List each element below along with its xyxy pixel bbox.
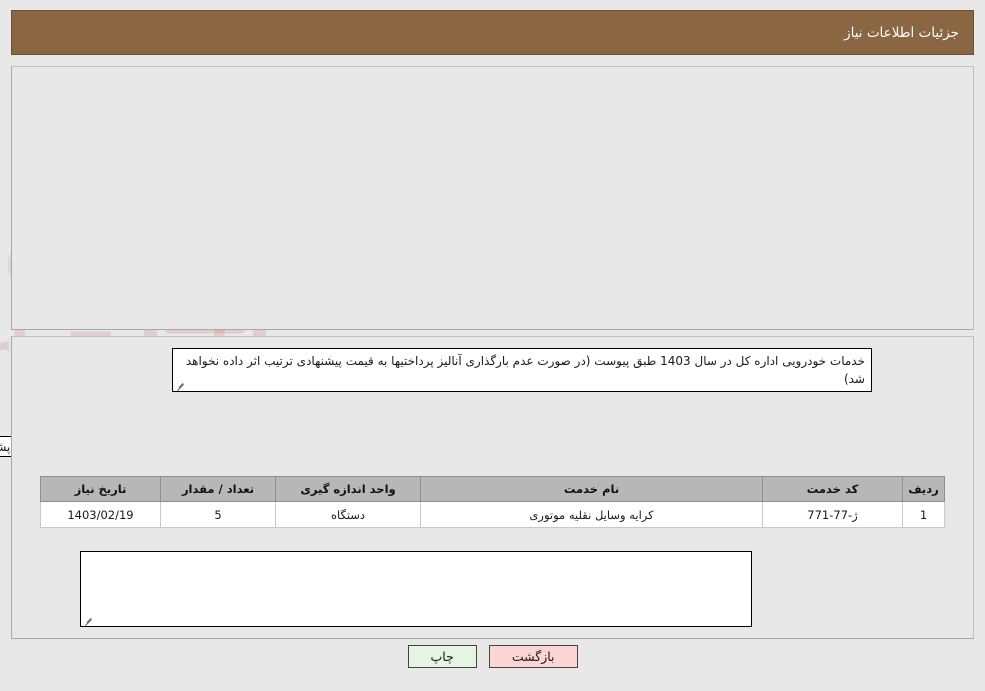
- page-title: جزئیات اطلاعات نیاز: [844, 24, 959, 41]
- table-row: 1 ژ-77-771 کرایه وسایل نقلیه موتوری دستگ…: [40, 501, 945, 528]
- col-unit: واحد اندازه گیری: [275, 476, 421, 502]
- services-table: ردیف کد خدمت نام خدمت واحد اندازه گیری ت…: [40, 476, 945, 528]
- page-root: AriaTender.net AriaTender جزئیات اطلاعات…: [0, 0, 985, 691]
- cell-unit: دستگاه: [275, 501, 421, 528]
- page-header: جزئیات اطلاعات نیاز: [11, 10, 974, 55]
- need-summary-panel: [11, 66, 974, 330]
- need-description-text: خدمات خودرویی اداره کل در سال 1403 طبق پ…: [185, 354, 865, 386]
- cell-index: 1: [902, 501, 945, 528]
- need-description-value[interactable]: خدمات خودرویی اداره کل در سال 1403 طبق پ…: [172, 348, 872, 392]
- col-code: کد خدمت: [762, 476, 903, 502]
- table-header-row: ردیف کد خدمت نام خدمت واحد اندازه گیری ت…: [40, 476, 945, 502]
- resize-grip-icon[interactable]: [176, 380, 186, 390]
- cell-name: کرایه وسایل نقلیه موتوری: [420, 501, 763, 528]
- col-index: ردیف: [902, 476, 945, 502]
- col-qty: تعداد / مقدار: [160, 476, 276, 502]
- comments-resize-grip-icon[interactable]: [84, 615, 94, 625]
- buyer-comments-value[interactable]: [80, 551, 752, 627]
- cell-code: ژ-77-771: [762, 501, 903, 528]
- action-button-bar: بازگشت چاپ: [0, 645, 985, 668]
- print-button[interactable]: چاپ: [407, 645, 477, 668]
- cell-date: 1403/02/19: [40, 501, 161, 528]
- back-button[interactable]: بازگشت: [488, 645, 578, 668]
- cell-qty: 5: [160, 501, 276, 528]
- col-date: تاریخ نیاز: [40, 476, 161, 502]
- col-name: نام خدمت: [420, 476, 763, 502]
